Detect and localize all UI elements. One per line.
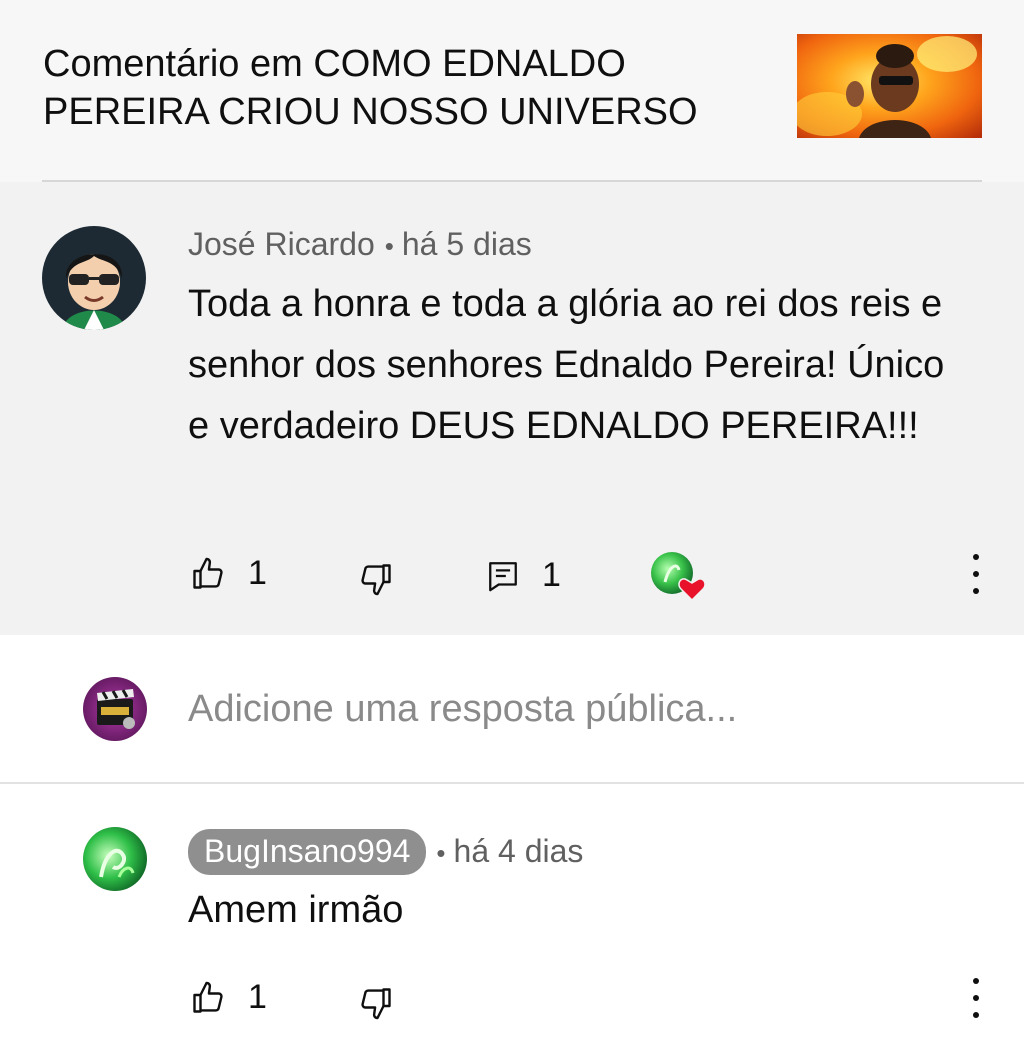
thumbs-down-icon xyxy=(361,564,391,596)
thumbs-up-icon xyxy=(193,981,223,1013)
dislike-button[interactable] xyxy=(358,561,394,597)
user-avatar xyxy=(83,677,147,741)
reply-button[interactable]: 1 xyxy=(486,556,561,595)
reply-text: Amem irmão xyxy=(188,889,404,931)
page-header: Comentário em COMO EDNALDO PEREIRA CRIOU… xyxy=(0,0,1024,182)
reply-count: 1 xyxy=(542,556,561,594)
comment-timestamp[interactable]: há 5 dias xyxy=(402,226,532,262)
more-vert-icon-dot xyxy=(973,571,979,577)
reply-author-chip[interactable]: BugInsano994 xyxy=(188,829,427,875)
heart-icon xyxy=(678,578,706,602)
video-thumbnail[interactable] xyxy=(797,34,982,138)
comment-text: Toda a honra e toda a glória ao rei dos … xyxy=(188,283,945,447)
more-vert-icon-dot xyxy=(973,995,979,1001)
reply-like-button[interactable]: 1 xyxy=(190,978,267,1017)
more-options-button[interactable] xyxy=(970,554,982,594)
more-vert-icon-dot xyxy=(973,588,979,594)
thumbs-down-icon xyxy=(361,988,391,1020)
like-count: 1 xyxy=(248,554,267,592)
more-vert-icon-dot xyxy=(973,554,979,560)
page-title: Comentário em COMO EDNALDO PEREIRA CRIOU… xyxy=(43,43,698,133)
reply-avatar[interactable] xyxy=(83,827,147,891)
reply-divider xyxy=(0,782,1024,784)
meta-separator: • xyxy=(436,838,446,869)
more-vert-icon-dot xyxy=(973,1012,979,1018)
like-button[interactable]: 1 xyxy=(190,554,267,593)
more-vert-icon-dot xyxy=(973,978,979,984)
meta-separator: • xyxy=(384,231,394,262)
reply-timestamp[interactable]: há 4 dias xyxy=(454,833,584,869)
creator-heart xyxy=(651,552,707,602)
reply-dislike-button[interactable] xyxy=(358,985,394,1021)
comment-author[interactable]: José Ricardo xyxy=(188,226,375,262)
reply-input[interactable]: Adicione uma resposta pública... xyxy=(188,688,737,731)
avatar[interactable] xyxy=(42,226,146,330)
main-comment: José Ricardo • há 5 dias Toda a honra e to… xyxy=(0,182,1024,635)
reply-more-options-button[interactable] xyxy=(970,978,982,1018)
comment-icon xyxy=(489,561,517,591)
reply-like-count: 1 xyxy=(248,978,267,1016)
comment-meta: José Ricardo • há 5 dias xyxy=(188,226,532,263)
reply-meta: BugInsano994 • há 4 dias xyxy=(188,829,583,875)
thumbs-up-icon xyxy=(193,557,223,589)
